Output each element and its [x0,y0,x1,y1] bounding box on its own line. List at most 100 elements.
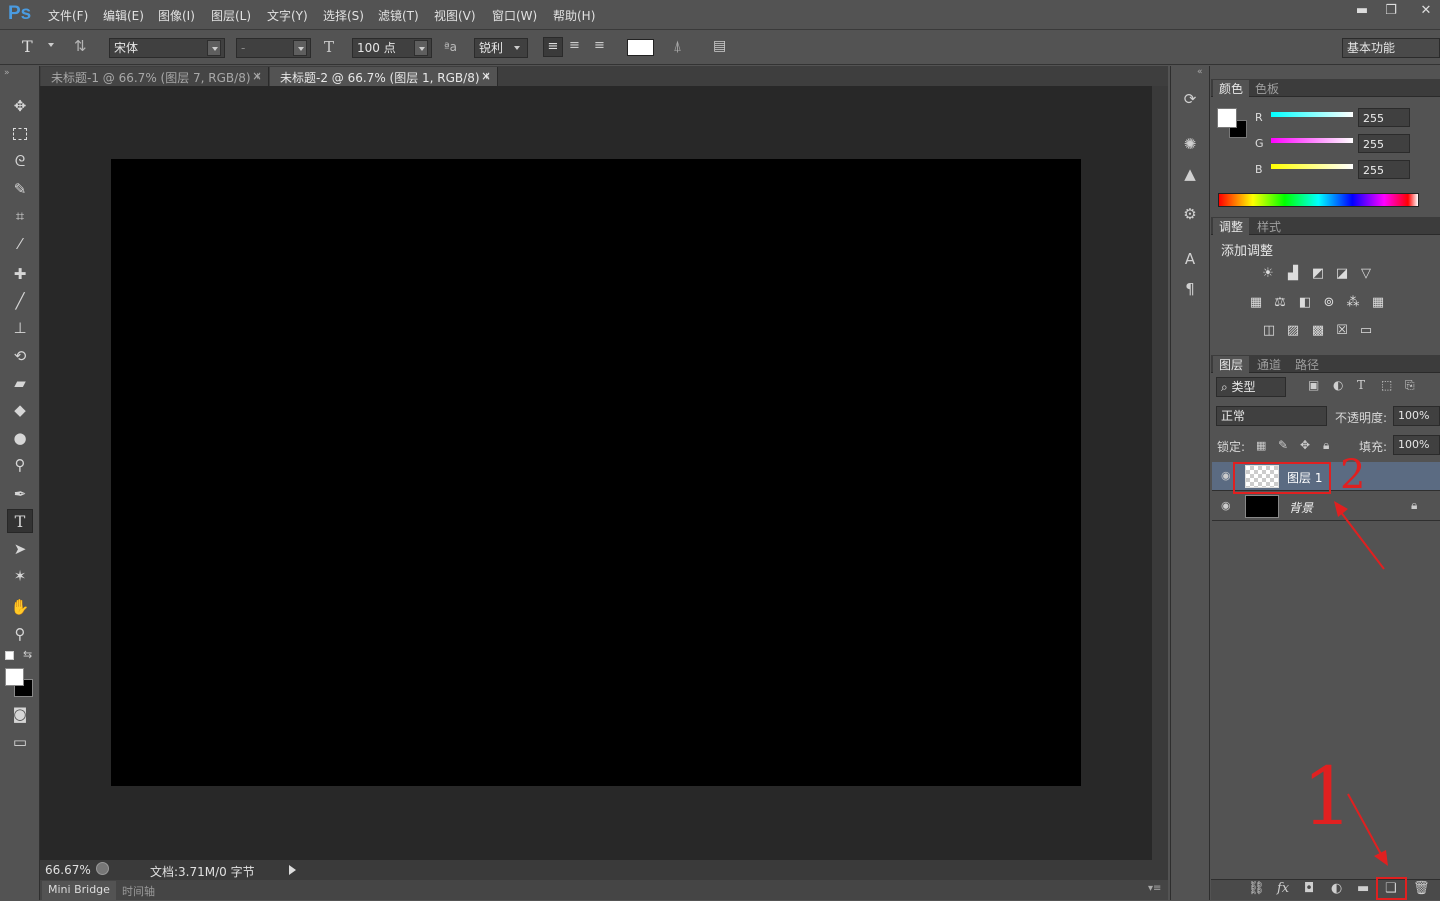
add-mask-icon[interactable]: ◘ [1304,881,1314,896]
minimize-button[interactable]: ▬ [1348,1,1376,19]
levels-icon[interactable]: ▟ [1284,266,1302,282]
antialias-select[interactable]: 锐利 [474,38,528,58]
text-color-swatch[interactable] [627,39,654,56]
tab-color[interactable]: 颜色 [1213,80,1250,97]
color-spectrum-bar[interactable] [1218,193,1419,207]
vibrance-icon[interactable]: ▽ [1357,266,1375,282]
menu-file[interactable]: 文件(F) [48,7,88,24]
black-white-icon[interactable]: ◧ [1296,295,1314,311]
channel-g-value[interactable]: 255 [1358,134,1410,153]
opacity-input[interactable]: 100% [1393,406,1440,426]
selective-color-icon[interactable]: ☒ [1333,323,1351,339]
screen-mode-icon[interactable]: ▭ [7,730,33,754]
color-balance-icon[interactable]: ⚖ [1271,295,1289,311]
character-panel-icon[interactable]: A [1179,250,1201,272]
paint-bucket-tool-icon[interactable]: ◆ [7,398,33,422]
tab-document-2[interactable]: 未标题-2 @ 66.7% (图层 1, RGB/8) * × [270,67,498,86]
hue-saturation-icon[interactable]: ▦ [1247,295,1265,311]
threshold-icon[interactable]: ▩ [1309,323,1327,339]
tab-close-icon[interactable]: × [252,69,262,83]
panel-menu-icon[interactable]: ▾≡ [1148,883,1161,894]
move-tool-icon[interactable]: ✥ [7,94,33,118]
expand-dock-icon[interactable]: « [1197,67,1203,77]
zoom-level[interactable]: 66.67% [45,863,91,877]
brush-presets-panel-icon[interactable]: ▲ [1179,165,1201,187]
menu-filter[interactable]: 滤镜(T) [378,7,419,24]
eyedropper-tool-icon[interactable]: ⁄ [7,232,33,256]
link-layers-icon[interactable]: ⛓ [1248,881,1265,896]
dodge-tool-icon[interactable]: ⚲ [7,453,33,477]
paragraph-panel-icon[interactable]: ¶ [1179,280,1201,302]
menu-image[interactable]: 图像(I) [158,7,195,24]
new-adjustment-layer-icon[interactable]: ◐ [1331,881,1342,896]
lock-all-icon[interactable]: 🔒︎ [1323,438,1329,453]
align-left-button[interactable]: ≡ [543,37,563,57]
channel-mixer-icon[interactable]: ⁂ [1344,295,1362,311]
new-group-icon[interactable]: ▬ [1357,881,1369,896]
tab-swatches[interactable]: 色板 [1249,80,1285,97]
shape-tool-icon[interactable]: ✶ [7,564,33,588]
filter-type-icon[interactable]: T [1357,378,1365,392]
character-panel-icon[interactable]: ▤ [713,38,726,54]
warp-text-icon[interactable]: ⍋ [673,37,682,55]
type-tool-preset-icon[interactable]: T [22,37,33,56]
align-right-button[interactable]: ≡ [594,38,605,53]
photo-filter-icon[interactable]: ⊚ [1320,295,1338,311]
quick-selection-tool-icon[interactable]: ✎ [7,177,33,201]
menu-select[interactable]: 选择(S) [323,7,364,24]
layer-style-icon[interactable]: fx [1277,881,1289,896]
channel-r-value[interactable]: 255 [1358,108,1410,127]
tab-close-icon[interactable]: × [481,69,491,83]
channel-r-slider[interactable] [1271,112,1353,117]
font-size-select[interactable]: 100 点 [352,38,432,58]
hand-tool-icon[interactable]: ✋ [7,595,33,619]
menu-window[interactable]: 窗口(W) [492,7,537,24]
delete-layer-icon[interactable]: 🗑︎ [1413,881,1430,896]
filter-shape-icon[interactable]: ⬚ [1381,378,1392,392]
path-selection-tool-icon[interactable]: ➤ [7,537,33,561]
restore-button[interactable]: ❐ [1377,1,1405,19]
tool-presets-panel-icon[interactable]: ⚙ [1179,205,1201,227]
curves-icon[interactable]: ◩ [1309,266,1327,282]
channel-g-slider[interactable] [1271,138,1353,143]
preset-dropdown-icon[interactable] [48,43,54,47]
invert-icon[interactable]: ◫ [1260,323,1278,339]
exposure-icon[interactable]: ◪ [1333,266,1351,282]
crop-tool-icon[interactable]: ⌗ [7,204,33,228]
type-tool-icon[interactable]: T [7,509,33,533]
tab-adjustments[interactable]: 调整 [1213,218,1250,235]
history-brush-tool-icon[interactable]: ⟲ [7,344,33,368]
menu-layer[interactable]: 图层(L) [211,7,251,24]
collapse-toolbox-icon[interactable]: » [4,68,10,78]
vertical-scrollbar[interactable] [1152,86,1168,860]
tab-paths[interactable]: 路径 [1289,356,1325,373]
eraser-tool-icon[interactable]: ▰ [7,371,33,395]
tab-styles[interactable]: 样式 [1251,218,1287,235]
menu-edit[interactable]: 编辑(E) [103,7,144,24]
clone-stamp-tool-icon[interactable]: ⊥ [7,316,33,340]
zoom-tool-icon[interactable]: ⚲ [7,622,33,646]
lock-transparent-icon[interactable]: ▦ [1256,439,1266,452]
swap-colors-icon[interactable]: ⇆ [23,648,32,661]
font-family-select[interactable]: 宋体 [109,38,225,58]
tab-channels[interactable]: 通道 [1251,356,1287,373]
tab-layers[interactable]: 图层 [1213,356,1250,373]
layer-filter-select[interactable]: ⌕ 类型 [1216,377,1286,397]
menu-view[interactable]: 视图(V) [434,7,476,24]
gradient-map-icon[interactable]: ▭ [1357,323,1375,339]
pen-tool-icon[interactable]: ✒ [7,482,33,506]
color-lookup-icon[interactable]: ▦ [1369,295,1387,311]
brightness-contrast-icon[interactable]: ☀ [1259,266,1277,282]
brush-settings-panel-icon[interactable]: ✺ [1179,135,1201,157]
eye-icon[interactable]: ◉ [1221,469,1231,482]
filter-adjustment-icon[interactable]: ◐ [1333,378,1343,392]
posterize-icon[interactable]: ▨ [1284,323,1302,339]
channel-b-slider[interactable] [1271,164,1353,169]
fill-input[interactable]: 100% [1393,435,1440,455]
filter-pixel-icon[interactable]: ▣ [1308,378,1319,392]
blend-mode-select[interactable]: 正常 [1216,406,1327,426]
channel-b-value[interactable]: 255 [1358,160,1410,179]
quick-mask-icon[interactable]: ◙ [7,702,33,726]
filter-smart-object-icon[interactable]: ⎘ [1405,378,1415,393]
align-center-button[interactable]: ≡ [569,38,580,53]
